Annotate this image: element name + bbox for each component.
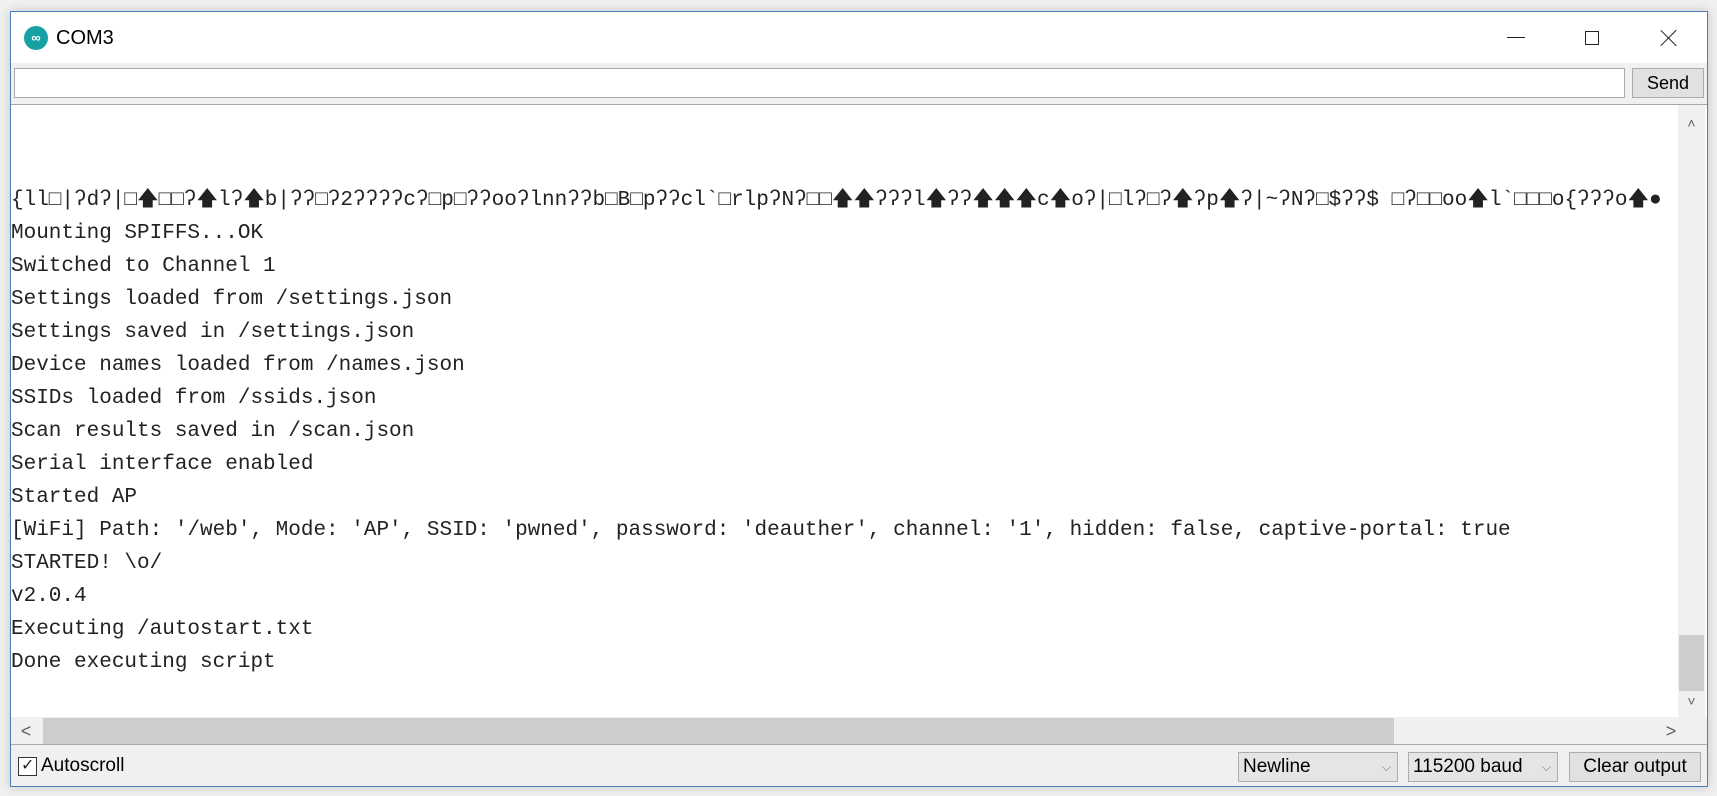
send-row: Send bbox=[14, 67, 1704, 101]
maximize-button[interactable] bbox=[1554, 12, 1630, 63]
autoscroll-label: Autoscroll bbox=[41, 755, 125, 776]
close-button[interactable] bbox=[1631, 12, 1707, 63]
arduino-infinity-icon: ∞ bbox=[24, 26, 48, 50]
checkmark-icon: ✓ bbox=[21, 756, 35, 774]
chevron-down-icon: ⌵ bbox=[1381, 760, 1391, 774]
output-line: Switched to Channel 1 bbox=[11, 255, 276, 278]
output-line: Serial interface enabled bbox=[11, 453, 314, 476]
output-line: Started AP bbox=[11, 486, 138, 509]
output-line: Device names loaded from /names.json bbox=[11, 354, 465, 377]
window-title: COM3 bbox=[56, 27, 114, 49]
scroll-down-icon[interactable]: ˅ bbox=[1678, 688, 1705, 715]
chevron-down-icon: ⌵ bbox=[1541, 760, 1551, 774]
clear-output-button[interactable]: Clear output bbox=[1569, 752, 1701, 782]
output-line: STARTED! \o/ bbox=[11, 552, 163, 575]
output-line: Executing /autostart.txt bbox=[11, 618, 314, 641]
output-line: Done executing script bbox=[11, 651, 276, 674]
baud-rate-value: 115200 baud bbox=[1413, 756, 1523, 777]
output-line: Mounting SPIFFS...OK bbox=[11, 222, 264, 245]
output-line: Scan results saved in /scan.json bbox=[11, 420, 415, 443]
output-line: [WiFi] Path: '/web', Mode: 'AP', SSID: '… bbox=[11, 519, 1511, 542]
output-line: v2.0.4 bbox=[11, 585, 87, 608]
serial-output-area[interactable]: {ll□|ʔdʔ|□🡅□□ʔ🡅lʔ🡅b|ʔʔ□ʔ2ʔʔʔʔcʔ□p□ʔʔooʔl… bbox=[11, 104, 1707, 717]
output-line: SSIDs loaded from /ssids.json bbox=[11, 387, 377, 410]
line-ending-select[interactable]: Newline ⌵ bbox=[1238, 752, 1398, 782]
title-bar: ∞ COM3 bbox=[11, 12, 1707, 63]
output-line-garbled: {ll□|ʔdʔ|□🡅□□ʔ🡅lʔ🡅b|ʔʔ□ʔ2ʔʔʔʔcʔ□p□ʔʔooʔl… bbox=[11, 189, 1662, 212]
baud-rate-select[interactable]: 115200 baud ⌵ bbox=[1408, 752, 1558, 782]
scroll-right-icon[interactable]: > bbox=[1656, 717, 1686, 745]
serial-output-text: {ll□|ʔdʔ|□🡅□□ʔ🡅lʔ🡅b|ʔʔ□ʔ2ʔʔʔʔcʔ□p□ʔʔooʔl… bbox=[11, 184, 1678, 679]
serial-monitor-window: ∞ COM3 Send {ll□|ʔdʔ|□🡅□□ʔ🡅lʔ🡅b|ʔʔ□ʔ2ʔʔʔ… bbox=[10, 11, 1708, 787]
autoscroll-toggle[interactable]: ✓ Autoscroll bbox=[18, 754, 124, 778]
output-line: Settings loaded from /settings.json bbox=[11, 288, 453, 311]
autoscroll-checkbox[interactable]: ✓ bbox=[18, 756, 37, 776]
minimize-icon bbox=[1507, 36, 1525, 39]
close-icon bbox=[1660, 29, 1678, 47]
scroll-left-icon[interactable]: < bbox=[11, 717, 41, 745]
bottom-bar: ✓ Autoscroll Newline ⌵ 115200 baud ⌵ Cle… bbox=[11, 747, 1707, 786]
vertical-scrollbar[interactable]: ˄ ˅ bbox=[1678, 105, 1705, 717]
maximize-icon bbox=[1585, 30, 1599, 45]
line-ending-value: Newline bbox=[1243, 756, 1311, 777]
horizontal-scroll-thumb[interactable] bbox=[43, 718, 1394, 744]
send-button[interactable]: Send bbox=[1632, 68, 1704, 98]
minimize-button[interactable] bbox=[1478, 12, 1554, 63]
vertical-scroll-thumb[interactable] bbox=[1679, 635, 1704, 691]
output-line: Settings saved in /settings.json bbox=[11, 321, 415, 344]
scroll-up-icon[interactable]: ˄ bbox=[1678, 110, 1705, 137]
horizontal-scrollbar[interactable]: < > bbox=[11, 717, 1707, 745]
serial-send-input[interactable] bbox=[14, 68, 1625, 98]
